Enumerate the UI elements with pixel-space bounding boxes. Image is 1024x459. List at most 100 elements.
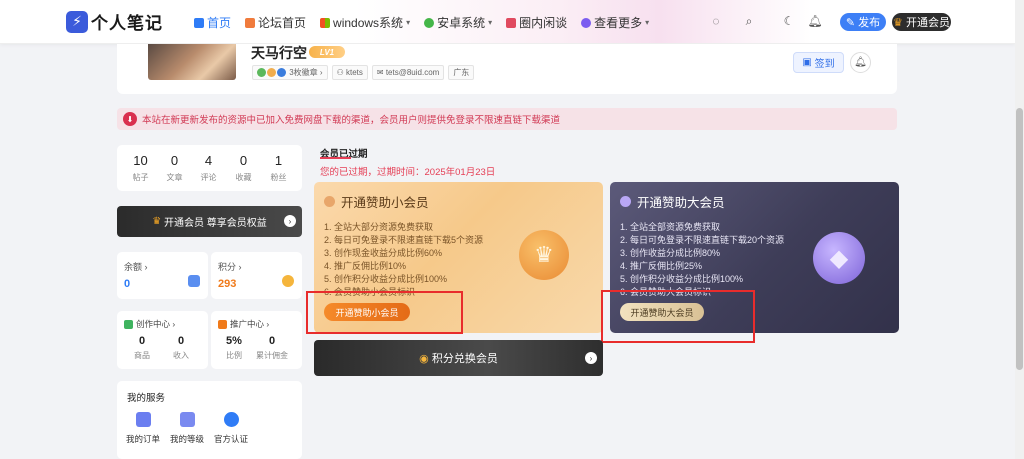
crown-medal-icon: ♛ (519, 230, 569, 280)
crown-icon: ♛ (893, 16, 906, 29)
order-icon (135, 412, 151, 427)
notification-bell-icon[interactable]: 🔔︎ (850, 52, 871, 73)
pencil-icon: ✎ (845, 16, 859, 29)
lightbulb-icon[interactable]: ◌ (706, 11, 726, 31)
service-label: 我的等级 (169, 434, 204, 444)
balance-value: 0 (124, 278, 131, 290)
stat-articles[interactable]: 0 文章 (156, 145, 193, 183)
stat-favorites[interactable]: 0 收藏 (225, 145, 262, 183)
promo-title: 推广中心 (230, 319, 265, 329)
nav-label: windows系统 (333, 16, 404, 30)
service-label: 官方认证 (213, 434, 248, 444)
nav-windows[interactable]: windows系统 ▾ (320, 14, 410, 31)
verified-icon (223, 412, 239, 427)
open-vip-button[interactable]: ♛ 开通会员 (892, 13, 951, 31)
nav-more[interactable]: 查看更多 ▾ (581, 14, 649, 31)
nav-home[interactable]: 首页 (194, 14, 231, 31)
android-icon (424, 17, 435, 28)
stat-value: 10 (133, 153, 148, 168)
feature-item: 1. 全站大部分资源免费获取 (324, 222, 434, 232)
medal-icon (267, 68, 276, 77)
feature-item: 5. 创作积分收益分成比例100% (620, 274, 744, 284)
nav-label: 圈内闲谈 (519, 16, 568, 30)
windows-icon (320, 17, 331, 28)
points-label: 积分 (218, 262, 237, 272)
more-icon (581, 17, 592, 28)
search-icon[interactable]: ⌕ (739, 11, 759, 31)
feature-item: 5. 创作积分收益分成比例100% (324, 274, 448, 284)
user-icon: ⚇ (336, 68, 346, 77)
coins-icon: ◉ (419, 352, 432, 365)
user-id-tag: ⚇ ktets (331, 65, 368, 80)
service-verify[interactable]: 官方认证 (211, 412, 251, 445)
income-label: 收入 (173, 351, 189, 360)
chevron-down-icon: ▾ (406, 18, 411, 27)
diamond-medal-icon: ◆ (813, 232, 865, 284)
logo-icon: ⚡ (66, 10, 88, 33)
avatar[interactable] (148, 44, 236, 80)
nav-label: 论坛首页 (258, 16, 307, 30)
stat-comments[interactable]: 4 评论 (190, 145, 227, 183)
level-chart-icon (179, 412, 195, 427)
publish-label: 发布 (858, 17, 881, 29)
sign-label: 签到 (814, 59, 835, 70)
stat-label: 评论 (200, 173, 217, 182)
creation-center-card[interactable]: 创作中心 › 0 商品 0 收入 (117, 311, 208, 369)
nav-chat[interactable]: 圈内闲谈 (506, 14, 567, 31)
stats-card: 10 帖子 0 文章 4 评论 0 收藏 1 粉丝 (117, 145, 302, 191)
service-orders[interactable]: 我的订单 (123, 412, 163, 445)
email-tag: ✉ tets@8uid.com (371, 65, 445, 80)
points-exchange-bar[interactable]: ◉ 积分兑换会员 › (314, 340, 603, 376)
services-title: 我的服务 (127, 393, 166, 404)
notice-text: 本站在新更新发布的资源中已加入免费网盘下载的渠道，会员用户则提供免登录不限速直链… (142, 115, 561, 126)
exchange-label: 积分兑换会员 (431, 353, 498, 365)
big-vip-title: 开通赞助大会员 (637, 196, 725, 210)
notice-banner: ⬇ 本站在新更新发布的资源中已加入免费网盘下载的渠道，会员用户则提供免登录不限速直… (117, 108, 897, 130)
goods-count: 0 (138, 335, 146, 347)
balance-card[interactable]: 余额 › 0 (117, 252, 208, 299)
main-nav: 首页 论坛首页 windows系统 ▾ 安卓系统 ▾ 圈内闲谈 查看更多 ▾ (194, 14, 663, 31)
promotion-center-card[interactable]: 推广中心 › 5% 比例 0 累计佣金 (211, 311, 302, 369)
nav-label: 首页 (207, 16, 232, 30)
promotion-icon (218, 319, 227, 329)
badges-label: 3枚徽章 (289, 68, 318, 77)
stat-posts[interactable]: 10 帖子 (122, 145, 159, 183)
medal-icon (257, 68, 266, 77)
vip-bar-label: 开通会员 尊享会员权益 (163, 218, 267, 229)
nav-forum[interactable]: 论坛首页 (245, 14, 306, 31)
points-value: 293 (218, 278, 237, 290)
ratio-label: 比例 (226, 351, 242, 360)
badges-tag[interactable]: 3枚徽章 › (252, 65, 328, 80)
forum-icon (245, 17, 256, 28)
feature-item: 3. 创作收益分成比例80% (620, 248, 721, 258)
arrow-right-icon: › (284, 215, 296, 227)
feature-item: 2. 每日可免登录不限速直链下载20个资源 (620, 235, 785, 245)
commission-value: 0 (268, 335, 276, 347)
dark-mode-icon[interactable]: ☾ (779, 11, 799, 31)
stat-label: 收藏 (235, 173, 252, 182)
nav-label: 查看更多 (594, 16, 643, 30)
balance-label: 余额 (124, 262, 143, 272)
tab-underline (320, 157, 351, 159)
calendar-icon: ▣ (802, 57, 815, 68)
scrollbar-thumb[interactable] (1016, 108, 1023, 370)
nav-android[interactable]: 安卓系统 ▾ (424, 14, 492, 31)
points-card[interactable]: 积分 › 293 (211, 252, 302, 299)
arrow-right-icon: › (585, 352, 597, 364)
location-tag: 广东 (448, 65, 475, 80)
sign-in-button[interactable]: ▣ 签到 (793, 52, 844, 73)
feature-item: 2. 每日可免登录不限速直链下载5个资源 (324, 235, 484, 245)
bell-icon[interactable]: 🔔︎ (805, 11, 825, 31)
stat-value: 4 (204, 153, 213, 168)
diamond-icon (620, 196, 631, 207)
mail-icon: ✉ (376, 68, 386, 77)
publish-button[interactable]: ✎ 发布 (840, 13, 886, 31)
stat-fans[interactable]: 1 粉丝 (260, 145, 297, 183)
service-level[interactable]: 我的等级 (167, 412, 207, 445)
vip-benefits-bar[interactable]: ♛ 开通会员 尊享会员权益 › (117, 206, 302, 237)
site-logo[interactable]: ⚡ 个人笔记 (66, 9, 163, 34)
crown-icon: ♛ (152, 216, 164, 227)
chevron-down-icon: ▾ (645, 18, 650, 27)
stat-label: 粉丝 (270, 173, 287, 182)
chevron-down-icon: ▾ (488, 18, 493, 27)
